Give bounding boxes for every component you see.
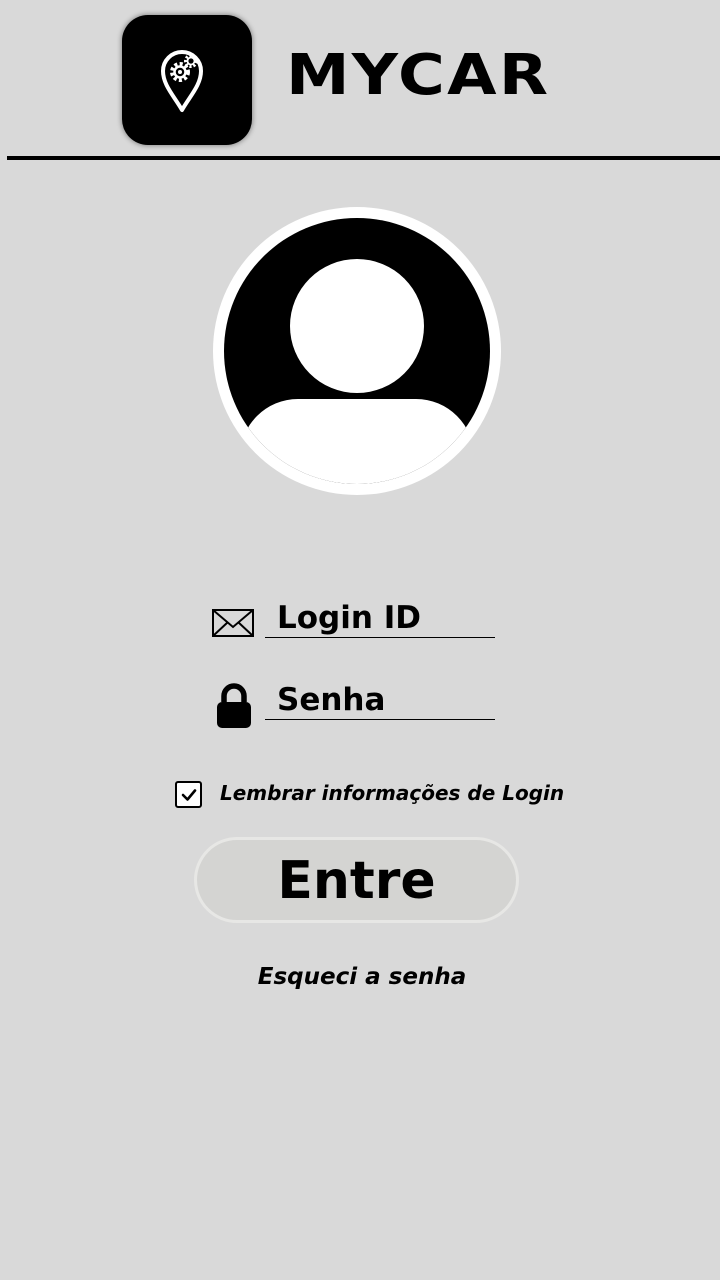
enter-button[interactable]: Entre [194,837,519,923]
login-id-row: Login ID [210,594,500,644]
lock-icon [217,683,251,728]
password-input[interactable]: Senha [265,676,495,720]
header-divider [7,156,720,160]
forgot-password-link[interactable]: Esqueci a senha [0,962,720,992]
login-id-input[interactable]: Login ID [265,594,495,638]
map-pin-gear-icon [161,50,203,112]
password-row: Senha [210,676,500,728]
user-avatar-icon [213,207,501,495]
remember-login-label[interactable]: Lembrar informações de Login [220,779,564,807]
remember-login-checkbox[interactable] [175,781,202,808]
remember-login-row: Lembrar informações de Login [175,779,575,811]
app-logo [122,15,252,145]
check-icon [181,789,197,801]
app-title: MYCAR [286,43,551,108]
envelope-icon [212,609,254,637]
